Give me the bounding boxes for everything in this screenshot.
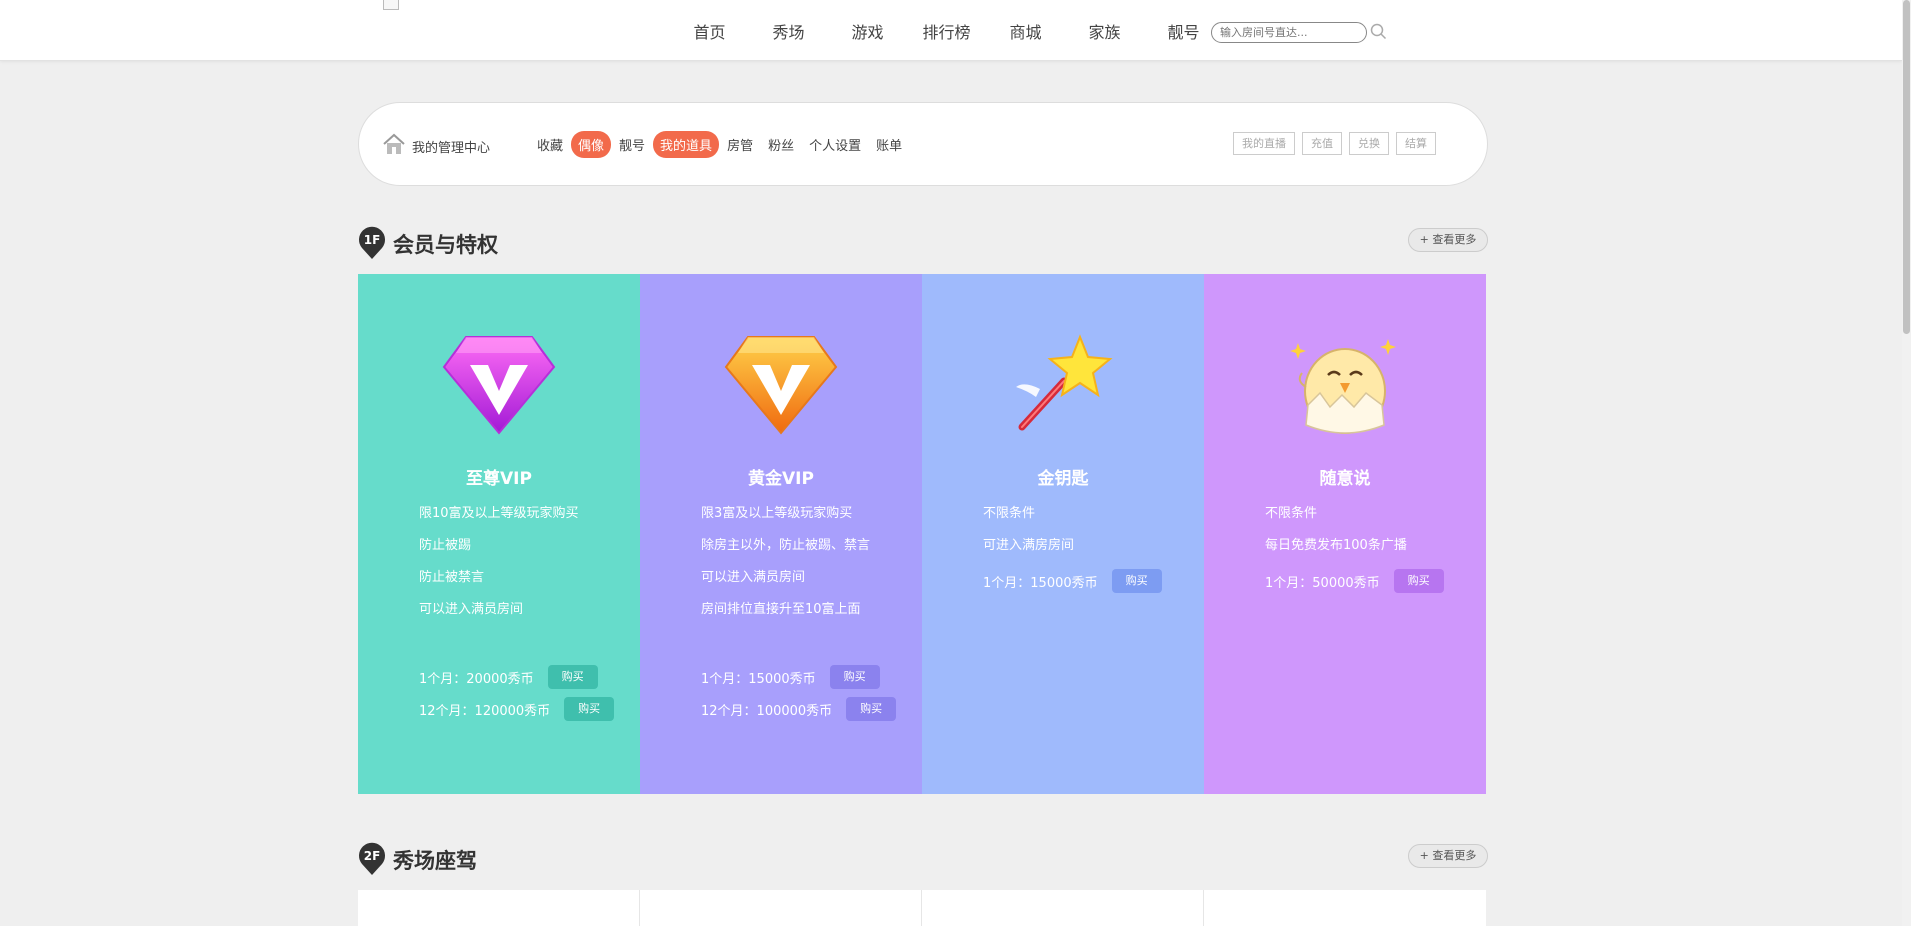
floor-badge-label: 1F [364, 233, 381, 247]
orange-diamond-v-icon [724, 336, 838, 435]
room-search-input[interactable] [1211, 22, 1367, 43]
price-label: 12个月：120000秀币 [419, 703, 551, 719]
floor-badge-icon: 2F [359, 842, 385, 875]
nav-item-games[interactable]: 游戏 [828, 19, 907, 43]
star-wand-icon [1016, 334, 1113, 431]
recharge-button[interactable]: 充值 [1302, 132, 1342, 155]
price-row: 1个月：15000秀币 购买 [983, 569, 1162, 593]
top-navbar: 首页 秀场 游戏 排行榜 商城 家族 靓号 [0, 0, 1902, 61]
feature-line: 房间排位直接升至10富上面 [701, 602, 861, 617]
page-scrollbar[interactable] [1902, 0, 1911, 926]
feature-line: 可进入满房房间 [983, 538, 1075, 553]
price-label: 12个月：100000秀币 [701, 703, 833, 719]
chick-egg-icon [1290, 339, 1396, 434]
panel-link-fans[interactable]: 粉丝 [761, 131, 801, 158]
price-row: 12个月：120000秀币 购买 [419, 697, 615, 721]
panel-link-my-items[interactable]: 我的道具 [653, 131, 720, 158]
feature-line: 不限条件 [1265, 506, 1318, 521]
buy-button[interactable]: 购买 [829, 665, 880, 689]
vehicle-card[interactable] [640, 890, 922, 926]
section-title: 秀场座驾 [393, 849, 477, 873]
floor-badge-icon: 1F [359, 226, 385, 259]
card-supreme-vip: 至尊VIP 限10富及以上等级玩家购买 防止被踢 防止被禁言 可以进入满员房间 … [358, 274, 640, 794]
card-features: 不限条件 可进入满房房间 [983, 506, 1074, 570]
purple-diamond-v-icon [442, 336, 556, 435]
price-row: 1个月：50000秀币 购买 [1265, 569, 1444, 593]
nav-item-ranking[interactable]: 排行榜 [907, 19, 986, 43]
price-label: 1个月：15000秀币 [983, 575, 1098, 591]
panel-link-room-admin[interactable]: 房管 [720, 131, 760, 158]
nav-item-mall[interactable]: 商城 [986, 19, 1065, 43]
feature-line: 除房主以外，防止被踢、禁言 [701, 538, 871, 553]
management-center-title[interactable]: 我的管理中心 [412, 137, 490, 156]
card-gold-key: 金钥匙 不限条件 可进入满房房间 1个月：15000秀币 购买 [922, 274, 1204, 794]
feature-line: 不限条件 [983, 506, 1036, 521]
price-label: 1个月：20000秀币 [419, 671, 534, 687]
view-more-button[interactable]: + 查看更多 [1408, 844, 1488, 868]
vehicle-card[interactable] [358, 890, 640, 926]
panel-action-buttons: 我的直播 充值 兑换 结算 [1233, 132, 1443, 155]
panel-link-idols[interactable]: 偶像 [571, 131, 612, 158]
card-title: 至尊VIP [466, 469, 532, 489]
feature-line: 可以进入满员房间 [419, 602, 524, 617]
card-gold-vip: 黄金VIP 限3富及以上等级玩家购买 除房主以外，防止被踢、禁言 可以进入满员房… [640, 274, 922, 794]
vehicle-cards [358, 890, 1486, 926]
price-label: 1个月：50000秀币 [1265, 575, 1380, 591]
feature-line: 防止被禁言 [419, 570, 485, 585]
card-features: 不限条件 每日免费发布100条广播 [1265, 506, 1407, 570]
home-icon [383, 133, 405, 154]
scrollbar-thumb[interactable] [1903, 0, 1910, 334]
vehicle-card[interactable] [922, 890, 1204, 926]
logo-image[interactable] [383, 0, 399, 10]
buy-button[interactable]: 购买 [547, 665, 598, 689]
feature-line: 限3富及以上等级玩家购买 [701, 506, 853, 521]
settle-button[interactable]: 结算 [1396, 132, 1436, 155]
price-row: 1个月：15000秀币 购买 [701, 665, 880, 689]
card-features: 限10富及以上等级玩家购买 防止被踢 防止被禁言 可以进入满员房间 [419, 506, 579, 634]
feature-line: 可以进入满员房间 [701, 570, 806, 585]
feature-line: 限10富及以上等级玩家购买 [419, 506, 579, 521]
section-membership-header: 1F 会员与特权 + 查看更多 [358, 226, 1488, 260]
price-row: 1个月：20000秀币 购买 [419, 665, 598, 689]
feature-line: 每日免费发布100条广播 [1265, 538, 1407, 553]
panel-link-favorites[interactable]: 收藏 [530, 131, 570, 158]
feature-line: 防止被踢 [419, 538, 472, 553]
panel-link-settings[interactable]: 个人设置 [802, 131, 868, 158]
vehicle-card[interactable] [1204, 890, 1486, 926]
price-row: 12个月：100000秀币 购买 [701, 697, 897, 721]
buy-button[interactable]: 购买 [1111, 569, 1162, 593]
panel-link-bills[interactable]: 账单 [869, 131, 909, 158]
card-title: 黄金VIP [748, 469, 814, 489]
membership-cards: 至尊VIP 限10富及以上等级玩家购买 防止被踢 防止被禁言 可以进入满员房间 … [358, 274, 1488, 794]
section-title: 会员与特权 [393, 233, 498, 257]
panel-link-pretty-number[interactable]: 靓号 [612, 131, 652, 158]
buy-button[interactable]: 购买 [846, 697, 897, 721]
management-links: 收藏 偶像 靓号 我的道具 房管 粉丝 个人设置 账单 [530, 131, 910, 158]
nav-item-family[interactable]: 家族 [1065, 19, 1144, 43]
card-title: 金钥匙 [1037, 469, 1089, 489]
price-label: 1个月：15000秀币 [701, 671, 816, 687]
exchange-button[interactable]: 兑换 [1349, 132, 1389, 155]
card-title: 随意说 [1319, 469, 1371, 489]
main-nav: 首页 秀场 游戏 排行榜 商城 家族 靓号 [670, 0, 1223, 61]
nav-item-show[interactable]: 秀场 [749, 19, 828, 43]
view-more-button[interactable]: + 查看更多 [1408, 228, 1488, 252]
buy-button[interactable]: 购买 [1393, 569, 1444, 593]
section-vehicles-header: 2F 秀场座驾 + 查看更多 [358, 842, 1488, 876]
nav-item-home[interactable]: 首页 [670, 19, 749, 43]
card-features: 限3富及以上等级玩家购买 除房主以外，防止被踢、禁言 可以进入满员房间 房间排位… [701, 506, 870, 634]
buy-button[interactable]: 购买 [564, 697, 615, 721]
my-live-button[interactable]: 我的直播 [1233, 132, 1295, 155]
search-icon[interactable] [1370, 23, 1387, 40]
floor-badge-label: 2F [364, 849, 381, 863]
management-center-panel: 我的管理中心 收藏 偶像 靓号 我的道具 房管 粉丝 个人设置 账单 我的直播 … [358, 102, 1488, 186]
card-free-speech: 随意说 不限条件 每日免费发布100条广播 1个月：50000秀币 购买 [1204, 274, 1486, 794]
